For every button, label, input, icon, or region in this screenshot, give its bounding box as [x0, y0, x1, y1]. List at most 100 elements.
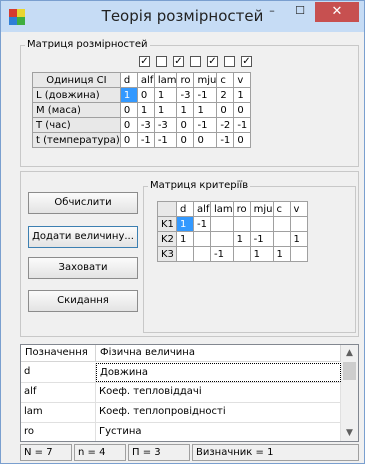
- matrix-cell[interactable]: 1: [233, 87, 252, 103]
- scroll-up-icon[interactable]: ▲: [341, 345, 358, 361]
- header-cell: ro: [176, 72, 195, 88]
- matrix-cell[interactable]: 0: [136, 87, 155, 103]
- column-checkbox[interactable]: [156, 56, 167, 67]
- hide-button[interactable]: Заховати: [28, 257, 138, 279]
- matrix-cell[interactable]: -2: [216, 117, 235, 133]
- dimension-row: L (довжина) 1 0 1 -3 -1 2 1: [32, 87, 252, 103]
- matrix-cell[interactable]: [272, 231, 291, 247]
- matrix-cell[interactable]: [289, 246, 308, 262]
- reset-button[interactable]: Скидання: [28, 290, 138, 312]
- matrix-cell[interactable]: 0: [119, 117, 138, 133]
- matrix-cell[interactable]: 1: [232, 231, 251, 247]
- column-checkbox[interactable]: ✓: [207, 56, 218, 67]
- scroll-thumb[interactable]: [343, 362, 356, 380]
- matrix-cell[interactable]: 0: [233, 132, 252, 148]
- scroll-down-icon[interactable]: ▼: [341, 425, 358, 441]
- matrix-cell[interactable]: 1: [176, 231, 194, 247]
- matrix-cell[interactable]: 1: [289, 231, 308, 247]
- criteria-matrix-grid[interactable]: d alf lam ro mju c v K1 1 -1 K2 1 1 -1 1: [157, 201, 308, 262]
- matrix-cell[interactable]: 2: [216, 87, 235, 103]
- matrix-cell[interactable]: [193, 246, 211, 262]
- matrix-cell[interactable]: 1: [176, 216, 194, 232]
- check-mark-icon: ✓: [140, 56, 149, 67]
- list-item[interactable]: d Довжина: [21, 363, 341, 383]
- list-item[interactable]: ro Густина: [21, 423, 341, 441]
- column-checkbox[interactable]: ✓: [139, 56, 150, 67]
- matrix-cell[interactable]: -1: [210, 246, 234, 262]
- matrix-cell[interactable]: -1: [193, 87, 218, 103]
- matrix-cell[interactable]: 1: [153, 102, 178, 118]
- matrix-cell[interactable]: -3: [136, 117, 155, 133]
- quantities-list[interactable]: Позначення Фізична величина d Довжина al…: [20, 344, 359, 442]
- symbol-cell: lam: [21, 403, 96, 422]
- matrix-cell[interactable]: -1: [136, 132, 155, 148]
- criteria-row: K1 1 -1: [157, 216, 308, 232]
- quantity-name-cell: Довжина: [96, 363, 341, 382]
- matrix-cell[interactable]: 0: [216, 102, 235, 118]
- matrix-cell[interactable]: 0: [119, 132, 138, 148]
- matrix-cell[interactable]: 1: [272, 246, 291, 262]
- matrix-cell[interactable]: [272, 216, 291, 232]
- matrix-cell[interactable]: -1: [233, 117, 252, 133]
- matrix-cell[interactable]: -1: [216, 132, 235, 148]
- matrix-cell[interactable]: [176, 246, 194, 262]
- quantity-name-cell: Коеф. теплопровідності: [96, 403, 341, 422]
- matrix-cell[interactable]: 1: [153, 87, 178, 103]
- matrix-cell[interactable]: -3: [176, 87, 195, 103]
- matrix-cell[interactable]: [210, 216, 234, 232]
- status-n-base: n = 4: [74, 444, 126, 461]
- matrix-cell[interactable]: 0: [176, 132, 195, 148]
- header-cell: d: [176, 201, 194, 217]
- symbol-cell: alf: [21, 383, 96, 402]
- matrix-cell[interactable]: 0: [233, 102, 252, 118]
- matrix-cell[interactable]: 0: [193, 132, 218, 148]
- matrix-cell[interactable]: [289, 216, 308, 232]
- matrix-cell[interactable]: 1: [119, 87, 138, 103]
- column-header-quantity[interactable]: Фізична величина: [96, 345, 341, 362]
- minimize-button[interactable]: –: [259, 2, 285, 22]
- dimension-row: M (маса) 0 1 1 1 1 0 0: [32, 102, 252, 118]
- matrix-cell[interactable]: 0: [176, 117, 195, 133]
- header-cell: lam: [210, 201, 234, 217]
- column-checkbox[interactable]: [190, 56, 201, 67]
- symbol-cell: d: [21, 363, 96, 382]
- compute-button[interactable]: Обчислити: [28, 192, 138, 214]
- symbol-cell: ro: [21, 423, 96, 441]
- header-cell: mju: [249, 201, 274, 217]
- matrix-cell[interactable]: -3: [153, 117, 178, 133]
- matrix-cell[interactable]: -1: [153, 132, 178, 148]
- matrix-cell[interactable]: [210, 231, 234, 247]
- list-item[interactable]: alf Коеф. тепловіддачі: [21, 383, 341, 403]
- matrix-cell[interactable]: 0: [119, 102, 138, 118]
- header-cell: c: [272, 201, 291, 217]
- status-n-total: N = 7: [20, 444, 72, 461]
- matrix-cell[interactable]: [232, 246, 251, 262]
- matrix-cell[interactable]: 1: [176, 102, 195, 118]
- header-cell: alf: [193, 201, 211, 217]
- matrix-cell[interactable]: -1: [193, 216, 211, 232]
- column-checkbox[interactable]: ✓: [241, 56, 252, 67]
- check-mark-icon: ✓: [242, 56, 251, 67]
- header-cell: Одиниця СІ: [32, 72, 121, 88]
- matrix-cell[interactable]: [232, 216, 251, 232]
- app-window: Теорія розмірностей – ☐ ✕ Матриця розмір…: [0, 0, 365, 464]
- add-quantity-button[interactable]: Додати величину...: [28, 226, 138, 248]
- matrix-cell[interactable]: [193, 231, 211, 247]
- matrix-cell[interactable]: 1: [193, 102, 218, 118]
- close-button[interactable]: ✕: [315, 2, 359, 22]
- matrix-cell[interactable]: 1: [249, 246, 274, 262]
- dimension-matrix-grid[interactable]: Одиниця СІ d alf lam ro mju c v L (довжи…: [32, 72, 252, 148]
- matrix-cell[interactable]: [249, 216, 274, 232]
- column-checkbox[interactable]: ✓: [173, 56, 184, 67]
- maximize-button[interactable]: ☐: [287, 2, 313, 22]
- matrix-cell[interactable]: -1: [193, 117, 218, 133]
- list-item[interactable]: lam Коеф. теплопровідності: [21, 403, 341, 423]
- status-determinant: Визначник = 1: [192, 444, 359, 461]
- list-scrollbar[interactable]: ▲ ▼: [341, 345, 358, 441]
- title-bar[interactable]: Теорія розмірностей – ☐ ✕: [1, 1, 364, 32]
- matrix-cell[interactable]: 1: [136, 102, 155, 118]
- column-checkbox[interactable]: [224, 56, 235, 67]
- matrix-cell[interactable]: -1: [249, 231, 274, 247]
- column-header-symbol[interactable]: Позначення: [21, 345, 96, 362]
- criteria-row: K3 -1 1 1: [157, 246, 308, 262]
